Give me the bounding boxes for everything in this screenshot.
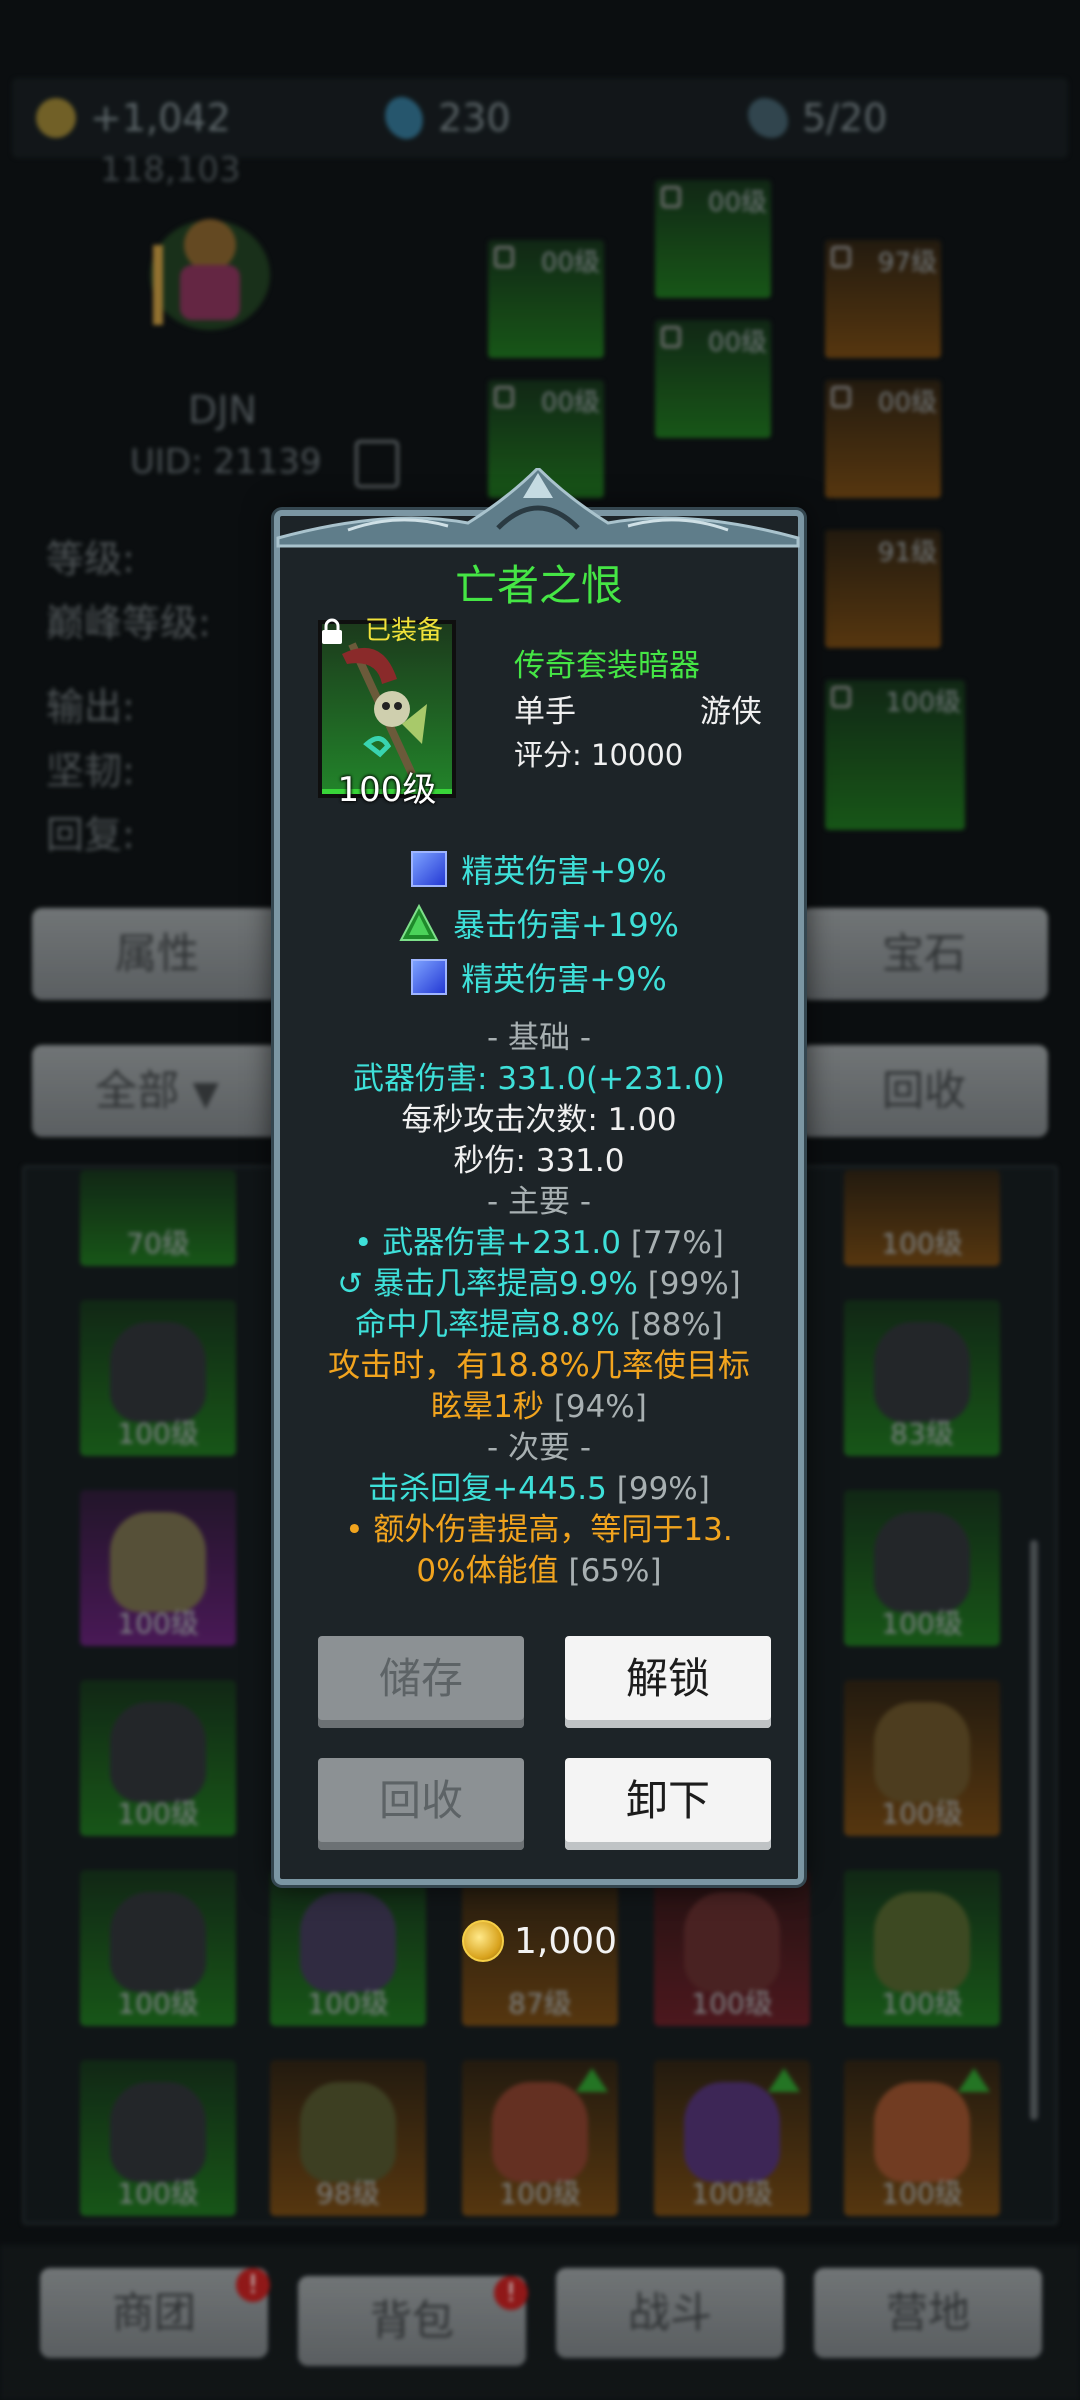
main-affix: 命中几率提高8.8% [88%] xyxy=(355,1307,723,1343)
gold-coin-icon xyxy=(462,1920,504,1962)
secondary-affix-line2: 0%体能值 [65%] xyxy=(416,1553,662,1589)
item-name: 亡者之恨 xyxy=(454,561,623,610)
weapon-damage: 武器伤害: 331.0(+231.0) xyxy=(353,1061,725,1097)
green-gem-icon xyxy=(399,903,439,941)
unequip-button[interactable]: 卸下 xyxy=(565,1758,771,1850)
recycle-button[interactable]: 回收 xyxy=(318,1758,524,1850)
lock-icon[interactable] xyxy=(320,618,344,646)
section-base-header: - 基础 - xyxy=(486,1020,592,1056)
section-secondary-header: - 次要 - xyxy=(486,1430,592,1466)
unlock-button[interactable]: 解锁 xyxy=(565,1636,771,1728)
crit-swirl-icon: ↺ xyxy=(337,1266,364,1302)
blue-gem-icon xyxy=(411,959,448,995)
attack-speed: 每秒攻击次数: 1.00 xyxy=(401,1102,677,1138)
equipped-label: 已装备 xyxy=(365,616,444,646)
item-score: 评分: 10000 xyxy=(514,738,684,772)
blue-gem-icon xyxy=(411,851,448,887)
section-main-header: - 主要 - xyxy=(486,1184,592,1220)
secondary-affix: 击杀回复+445.5 [99%] xyxy=(368,1471,710,1507)
main-affix: • 武器伤害+231.0 [77%] xyxy=(354,1225,724,1261)
item-class: 游侠 xyxy=(700,694,762,730)
gem-affix: 暴击伤害+19% xyxy=(280,900,798,946)
price-value: 1,000 xyxy=(514,1920,618,1962)
item-price: 1,000 xyxy=(462,1920,617,1962)
main-affix: ↺ 暴击几率提高9.9% [99%] xyxy=(337,1266,741,1302)
proc-affix-line2: 眩晕1秒 [94%] xyxy=(431,1389,647,1425)
dps: 秒伤: 331.0 xyxy=(453,1143,625,1179)
store-button[interactable]: 储存 xyxy=(318,1636,524,1728)
popup-frame-ornament xyxy=(276,468,800,548)
item-detail-popup: 亡者之恨 已装备 100级 传奇套装暗器 单手 游侠 评分: 10000 精英伤… xyxy=(274,510,804,1885)
proc-affix-line1: 攻击时，有18.8%几率使目标 xyxy=(328,1346,750,1384)
secondary-affix-line1: • 额外伤害提高，等同于13. xyxy=(345,1512,733,1548)
item-rarity-type: 传奇套装暗器 xyxy=(514,648,700,684)
gem-affix: 精英伤害+9% xyxy=(280,846,798,892)
item-hand-type: 单手 xyxy=(514,694,576,730)
item-level: 100级 xyxy=(337,770,437,810)
gem-affix: 精英伤害+9% xyxy=(280,954,798,1000)
